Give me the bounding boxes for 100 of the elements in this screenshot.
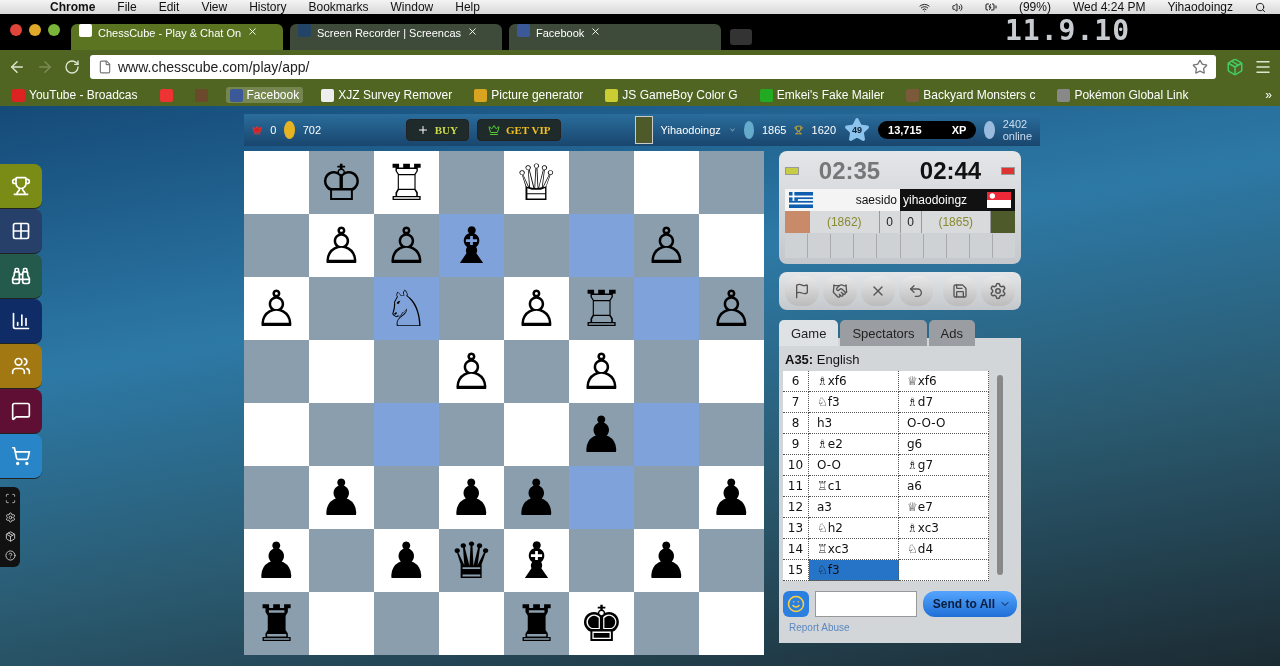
close-icon[interactable] (467, 26, 479, 37)
board-square[interactable] (569, 529, 634, 592)
resign-button[interactable] (785, 276, 819, 306)
chess-piece[interactable]: ♙ (514, 283, 559, 334)
chat-input[interactable] (814, 591, 917, 617)
move-cell[interactable]: ♗xf6 (809, 371, 899, 392)
board-square[interactable] (309, 403, 374, 466)
board-square[interactable]: ♟ (504, 466, 569, 529)
board-square[interactable]: ♚ (569, 592, 634, 655)
chess-piece[interactable]: ♟ (644, 535, 689, 586)
move-cell[interactable]: ♕xf6 (899, 371, 989, 392)
board-square[interactable]: ♟ (374, 529, 439, 592)
chess-piece[interactable]: ♖ (579, 283, 624, 334)
board-square[interactable] (634, 592, 699, 655)
vip-button[interactable]: GET VIP (476, 119, 562, 141)
chess-piece[interactable]: ♔ (319, 157, 364, 208)
board-square[interactable] (244, 214, 309, 277)
move-cell[interactable]: ♖c1 (809, 476, 899, 497)
forward-icon[interactable] (36, 58, 54, 76)
address-field[interactable]: www.chesscube.com/play/app/ (90, 55, 1216, 79)
send-button[interactable]: Send to All (922, 591, 1017, 617)
back-icon[interactable] (8, 58, 26, 76)
chess-piece[interactable]: ♟ (319, 472, 364, 523)
sidebar-tab[interactable] (0, 299, 42, 344)
board-square[interactable] (699, 214, 764, 277)
chess-piece[interactable]: ♙ (384, 220, 429, 271)
move-cell[interactable]: a3 (809, 497, 899, 518)
move-cell[interactable]: ♗e2 (809, 434, 899, 455)
board-square[interactable] (699, 403, 764, 466)
board-square[interactable]: ♛ (439, 529, 504, 592)
more-bookmarks[interactable]: » (1265, 88, 1272, 102)
volume-icon[interactable] (951, 1, 963, 13)
move-cell[interactable]: O-O (809, 455, 899, 476)
menu-item[interactable]: View (201, 0, 228, 14)
chess-piece[interactable]: ♙ (579, 346, 624, 397)
fullscreen-icon[interactable] (4, 493, 16, 504)
status-text[interactable]: Wed 4:24 PM (1072, 0, 1146, 14)
board-square[interactable]: ♙ (504, 277, 569, 340)
bookmark-link[interactable]: Backyard Monsters c (902, 87, 1040, 103)
menu-item[interactable]: Bookmarks (308, 0, 369, 14)
board-square[interactable]: ♙ (569, 340, 634, 403)
board-square[interactable] (439, 592, 504, 655)
board-square[interactable]: ♙ (699, 277, 764, 340)
move-cell[interactable]: ♘f3 (809, 560, 899, 581)
scrollbar[interactable] (997, 375, 1003, 575)
close-icon[interactable] (590, 26, 602, 37)
board-square[interactable]: ♙ (309, 214, 374, 277)
board-square[interactable] (699, 592, 764, 655)
move-cell[interactable] (899, 560, 989, 581)
board-square[interactable]: ♝ (504, 529, 569, 592)
board-square[interactable] (244, 466, 309, 529)
chess-piece[interactable]: ♙ (644, 220, 689, 271)
sidebar-tab[interactable] (0, 389, 42, 434)
draw-button[interactable] (823, 276, 857, 306)
board-square[interactable] (699, 529, 764, 592)
extension-icon[interactable] (1226, 58, 1244, 76)
chess-piece[interactable]: ♜ (514, 598, 559, 649)
move-cell[interactable]: ♗d7 (899, 392, 989, 413)
browser-tab[interactable]: ChessCube - Play & Chat On (71, 24, 283, 50)
chess-piece[interactable]: ♜ (254, 598, 299, 649)
star-icon[interactable] (1192, 59, 1208, 75)
move-cell[interactable]: ♘d4 (899, 539, 989, 560)
panel-tab[interactable]: Game (779, 320, 839, 346)
board-square[interactable] (374, 340, 439, 403)
new-tab-button[interactable] (730, 29, 752, 45)
minimize-light[interactable] (29, 24, 41, 36)
board-square[interactable] (634, 277, 699, 340)
close-icon[interactable] (247, 26, 259, 37)
move-cell[interactable]: g6 (899, 434, 989, 455)
emoji-button[interactable] (783, 591, 809, 617)
board-square[interactable] (244, 151, 309, 214)
board-square[interactable] (504, 340, 569, 403)
chess-piece[interactable]: ♟ (579, 409, 624, 460)
board-square[interactable]: ♝ (439, 214, 504, 277)
close-light[interactable] (10, 24, 22, 36)
settings-icon[interactable] (4, 512, 16, 523)
board-square[interactable] (309, 277, 374, 340)
chess-piece[interactable]: ♙ (319, 220, 364, 271)
menu-item[interactable]: Edit (158, 0, 180, 14)
help-icon[interactable] (4, 550, 16, 561)
board-square[interactable] (309, 340, 374, 403)
chess-piece[interactable]: ♚ (579, 598, 624, 649)
settings-button[interactable] (981, 276, 1015, 306)
board-square[interactable] (634, 151, 699, 214)
board-square[interactable] (439, 277, 504, 340)
board-square[interactable] (374, 403, 439, 466)
board-square[interactable]: ♜ (504, 592, 569, 655)
move-cell[interactable]: ♘h2 (809, 518, 899, 539)
board-square[interactable] (504, 403, 569, 466)
chess-piece[interactable]: ♝ (449, 220, 494, 271)
reload-icon[interactable] (64, 59, 80, 75)
sidebar-tab[interactable] (0, 344, 42, 389)
buy-button[interactable]: BUY (405, 119, 469, 141)
bookmark-link[interactable]: Emkei's Fake Mailer (755, 87, 889, 103)
chess-piece[interactable]: ♟ (514, 472, 559, 523)
board-square[interactable]: ♖ (374, 151, 439, 214)
battery-icon[interactable] (984, 1, 997, 13)
bookmark-link[interactable]: JS GameBoy Color G (601, 87, 742, 103)
chess-piece[interactable]: ♘ (384, 283, 429, 334)
board-square[interactable] (374, 592, 439, 655)
